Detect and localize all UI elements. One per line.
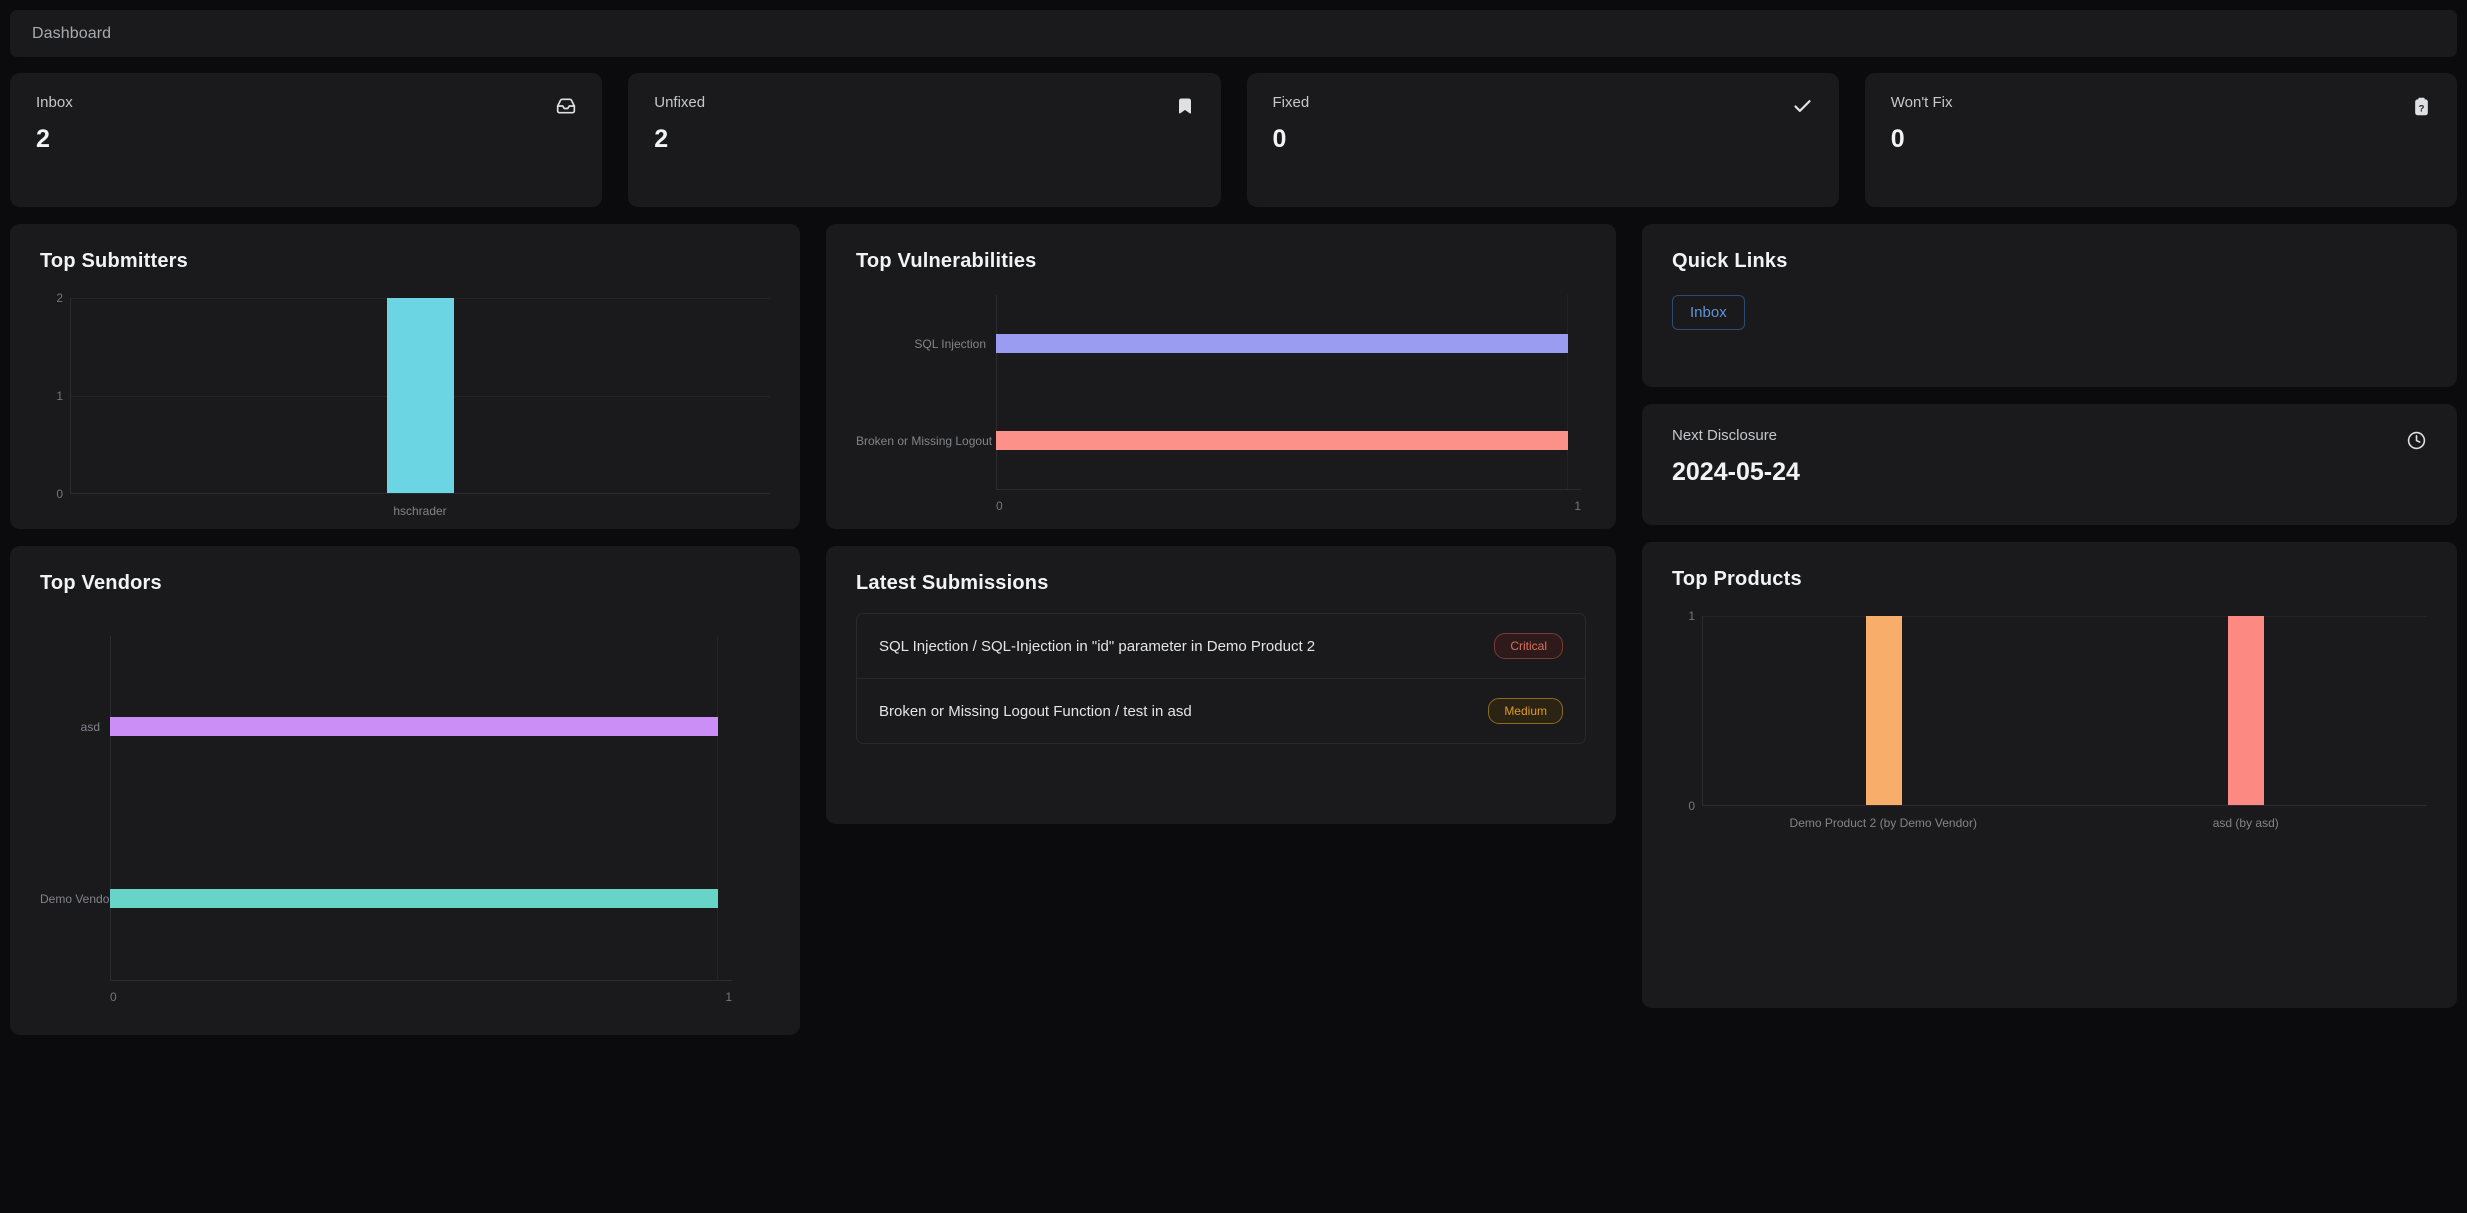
chart-top-vendors: asd Demo Vendor 0 1 <box>40 636 770 1004</box>
y-label: Broken or Missing Logout Function <box>856 433 1042 448</box>
y-tick: 1 <box>1688 609 1695 623</box>
stats-row: Inbox 2 Unfixed 2 Fixed 0 Won't Fix 0 ? <box>10 73 2457 207</box>
bar-slot <box>2065 616 2427 805</box>
bookmark-icon <box>1174 95 1196 117</box>
svg-text:?: ? <box>2418 103 2424 114</box>
bar[interactable] <box>996 334 1568 353</box>
bar[interactable] <box>110 717 718 736</box>
top-bar: Dashboard <box>10 10 2457 57</box>
panel-title: Top Vulnerabilities <box>856 250 1037 272</box>
panel-top-submitters: Top Submitters 2 1 0 hschrader <box>10 224 800 529</box>
bar[interactable] <box>996 431 1568 450</box>
tag-question-icon: ? <box>2410 95 2432 117</box>
panel-latest-submissions: Latest Submissions SQL Injection / SQL-I… <box>826 546 1616 824</box>
status-badge: Medium <box>1488 698 1563 724</box>
stat-label: Fixed <box>1272 94 1310 111</box>
list-item[interactable]: SQL Injection / SQL-Injection in "id" pa… <box>857 614 1585 679</box>
clock-icon <box>2405 429 2427 451</box>
next-disclosure-label: Next Disclosure <box>1672 427 1778 444</box>
submissions-list: SQL Injection / SQL-Injection in "id" pa… <box>856 613 1586 744</box>
x-label: Demo Product 2 (by Demo Vendor) <box>1789 816 1977 830</box>
x-label: asd (by asd) <box>2212 816 2279 830</box>
list-item[interactable]: Broken or Missing Logout Function / test… <box>857 679 1585 743</box>
inbox-icon <box>555 95 577 117</box>
right-column: Quick Links Inbox Next Disclosure 2024-0… <box>1642 224 2457 1008</box>
next-disclosure-value: 2024-05-24 <box>1672 458 1800 486</box>
panel-title: Top Products <box>1672 568 1802 590</box>
dashboard-grid: Top Submitters 2 1 0 hschrader Top Vendo… <box>10 224 2457 1035</box>
stat-value: 0 <box>1272 125 1287 153</box>
x-tick: 0 <box>110 990 117 1004</box>
stat-label: Unfixed <box>654 94 706 111</box>
x-tick: 1 <box>725 990 732 1004</box>
submission-title: SQL Injection / SQL-Injection in "id" pa… <box>879 637 1316 655</box>
stat-value: 2 <box>36 125 50 153</box>
submission-title: Broken or Missing Logout Function / test… <box>879 702 1192 720</box>
chart-top-products: 1 0 Demo Product 2 (by Demo Vendor) asd … <box>1672 609 2427 830</box>
x-tick: 0 <box>996 499 1003 513</box>
chart-top-submitters: 2 1 0 hschrader <box>40 291 770 518</box>
stat-card-wont-fix[interactable]: Won't Fix 0 ? <box>1864 73 2457 207</box>
x-axis: 0 1 <box>996 489 1581 513</box>
y-tick: 0 <box>1688 799 1695 813</box>
bar[interactable] <box>110 889 718 908</box>
bar[interactable] <box>1866 616 1902 805</box>
panel-title: Quick Links <box>1672 250 1788 272</box>
panel-title: Latest Submissions <box>856 572 1049 594</box>
y-tick: 1 <box>56 389 63 403</box>
y-label: Demo Vendor <box>40 891 114 906</box>
y-label: asd <box>80 719 100 734</box>
y-label: SQL Injection <box>914 336 986 351</box>
y-tick: 2 <box>56 291 63 305</box>
stat-value: 0 <box>1890 125 1905 153</box>
bar[interactable] <box>387 298 454 493</box>
panel-title: Top Vendors <box>40 572 162 594</box>
panel-quick-links: Quick Links Inbox <box>1642 224 2457 387</box>
check-icon <box>1792 95 1814 117</box>
stat-card-inbox[interactable]: Inbox 2 <box>10 73 603 207</box>
x-label: hschrader <box>393 504 447 518</box>
panel-top-products: Top Products 1 0 Demo Product 2 (by Demo… <box>1642 542 2457 1008</box>
status-badge: Critical <box>1494 633 1563 659</box>
panel-next-disclosure: Next Disclosure 2024-05-24 <box>1642 404 2457 525</box>
y-tick: 0 <box>56 487 63 501</box>
bar-slot <box>1703 616 2065 805</box>
left-column: Top Submitters 2 1 0 hschrader Top Vendo… <box>10 224 800 1035</box>
quick-link-inbox-button[interactable]: Inbox <box>1672 295 1745 330</box>
stat-card-fixed[interactable]: Fixed 0 <box>1246 73 1839 207</box>
panel-top-vendors: Top Vendors asd Demo Vendor 0 1 <box>10 546 800 1035</box>
stat-card-unfixed[interactable]: Unfixed 2 <box>628 73 1221 207</box>
bar-slot <box>71 298 770 493</box>
stat-value: 2 <box>654 125 669 153</box>
x-tick: 1 <box>1574 499 1581 513</box>
page-title: Dashboard <box>32 24 112 42</box>
chart-top-vulnerabilities: SQL Injection Broken or Missing Logout F… <box>856 295 1586 513</box>
stat-label: Won't Fix <box>1890 94 1953 111</box>
middle-column: Top Vulnerabilities SQL Injection Broken… <box>826 224 1616 824</box>
bar[interactable] <box>2228 616 2264 805</box>
panel-title: Top Submitters <box>40 250 188 272</box>
panel-top-vulnerabilities: Top Vulnerabilities SQL Injection Broken… <box>826 224 1616 529</box>
x-axis: 0 1 <box>110 980 732 1004</box>
stat-label: Inbox <box>36 94 73 111</box>
